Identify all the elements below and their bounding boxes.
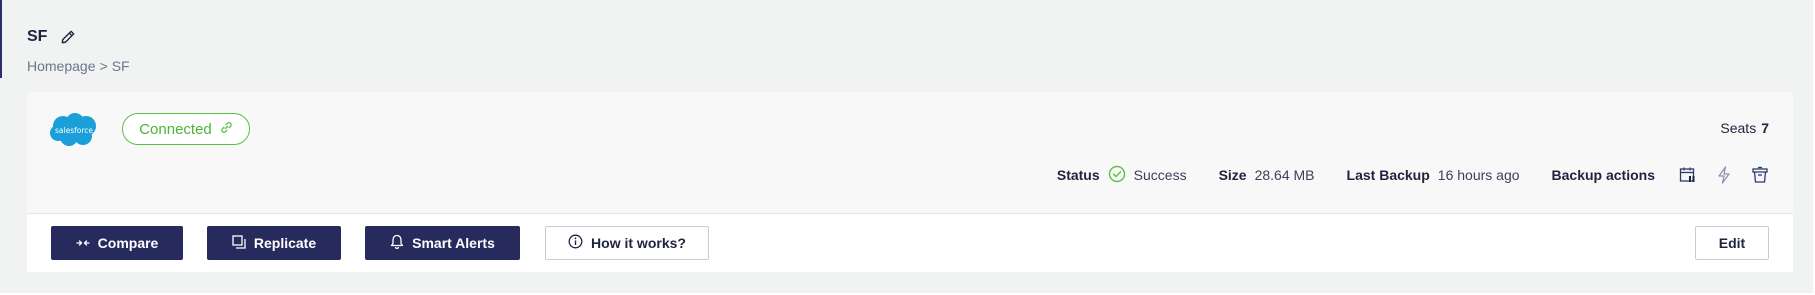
- how-it-works-label: How it works?: [591, 235, 686, 251]
- check-circle-icon: [1108, 165, 1126, 186]
- breadcrumb: Homepage > SF: [27, 58, 130, 74]
- last-backup-label: Last Backup: [1346, 167, 1430, 183]
- left-accent-bar: [0, 0, 2, 78]
- size-stat: Size 28.64 MB: [1219, 167, 1315, 183]
- replicate-button[interactable]: Replicate: [207, 226, 341, 260]
- backup-actions-label: Backup actions: [1551, 167, 1655, 183]
- backup-action-icons: [1677, 164, 1771, 186]
- last-backup-value: 16 hours ago: [1437, 167, 1520, 183]
- smart-alerts-button[interactable]: Smart Alerts: [365, 226, 520, 260]
- pencil-icon[interactable]: [57, 26, 79, 48]
- link-icon: [220, 121, 233, 138]
- seats-value: 7: [1761, 120, 1769, 136]
- connection-status-badge[interactable]: Connected: [122, 113, 250, 145]
- compare-icon: [76, 235, 90, 251]
- status-value: Success: [1133, 167, 1187, 183]
- smart-alerts-label: Smart Alerts: [412, 235, 495, 251]
- connection-status-label: Connected: [139, 120, 212, 138]
- breadcrumb-separator: >: [99, 58, 108, 74]
- info-icon: [568, 234, 583, 252]
- breadcrumb-home[interactable]: Homepage: [27, 58, 96, 74]
- edit-button[interactable]: Edit: [1695, 226, 1769, 260]
- status-label: Status: [1056, 167, 1100, 183]
- integration-card: salesforce Connected Seats 7 Status Succ…: [27, 92, 1793, 272]
- page-title: SF: [27, 28, 48, 45]
- seats-info: Seats 7: [1720, 120, 1769, 136]
- replicate-label: Replicate: [253, 235, 317, 251]
- compare-button[interactable]: Compare: [51, 226, 183, 260]
- size-value: 28.64 MB: [1254, 167, 1315, 183]
- edit-label: Edit: [1718, 235, 1746, 251]
- svg-text:salesforce: salesforce: [55, 126, 93, 135]
- size-label: Size: [1218, 167, 1247, 183]
- card-summary: salesforce Connected Seats 7 Status Succ…: [27, 92, 1793, 213]
- lightning-icon[interactable]: [1713, 164, 1735, 186]
- breadcrumb-current: SF: [111, 58, 130, 74]
- calendar-pause-icon[interactable]: [1677, 164, 1699, 186]
- how-it-works-button[interactable]: How it works?: [545, 226, 709, 260]
- backup-actions: Backup actions: [1552, 164, 1771, 186]
- page-header: SF: [27, 26, 79, 48]
- status-stat: Status Success: [1057, 165, 1187, 186]
- bell-icon: [390, 234, 404, 252]
- trash-icon[interactable]: [1749, 164, 1771, 186]
- stats-row: Status Success Size 28.64 MB Last Backup…: [1057, 164, 1771, 186]
- copy-icon: [232, 234, 246, 252]
- compare-label: Compare: [97, 235, 159, 251]
- last-backup-stat: Last Backup 16 hours ago: [1347, 167, 1520, 183]
- salesforce-logo: salesforce: [49, 112, 99, 148]
- seats-label: Seats: [1720, 120, 1757, 136]
